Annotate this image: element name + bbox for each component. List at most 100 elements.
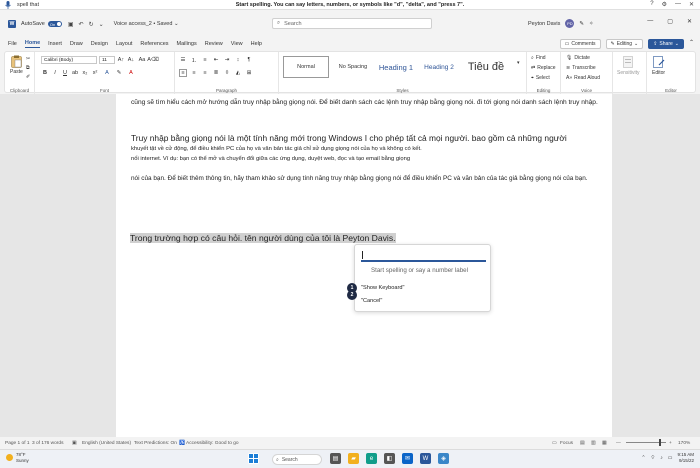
tab-mailings[interactable]: Mailings [177,41,197,47]
paragraph-4[interactable]: nói của bạn. Để biết thêm thông tin, hãy… [131,174,598,184]
line-spacing-icon[interactable]: ⇳ [223,69,231,77]
tab-design[interactable]: Design [91,41,108,47]
sort-icon[interactable]: ↕ [234,56,242,64]
shading-icon[interactable]: ◭ [234,69,242,77]
clock[interactable]: 9:15 AM 9/15/22 [677,452,694,464]
decrease-indent-icon[interactable]: ⇤ [212,56,220,64]
tab-home[interactable]: Home [24,40,41,48]
text-effects-icon[interactable]: A [103,69,111,77]
start-icon[interactable] [248,453,259,464]
tab-layout[interactable]: Layout [116,41,133,47]
change-case-icon[interactable]: Aa [138,56,146,64]
superscript-icon[interactable]: x² [91,69,99,77]
editor-button[interactable]: Editor [652,56,665,76]
taskbar-search[interactable]: ⌕ Search [272,454,322,465]
search-box[interactable]: ⌕ Search [272,18,432,29]
language-status[interactable]: English (United States) [82,441,131,446]
increase-indent-icon[interactable]: ⇥ [223,56,231,64]
align-left-icon[interactable]: ≡ [179,69,187,77]
user-account[interactable]: Peyton Davis PD ✎ ✧ [528,19,594,28]
print-layout-icon[interactable]: ▥ [591,441,596,446]
paste-button[interactable]: Paste [10,55,23,75]
tab-review[interactable]: Review [205,41,223,47]
italic-icon[interactable]: I [51,69,59,77]
dictate-button[interactable]: 🎙 Dictate [566,55,590,61]
font-size-select[interactable]: 11 [99,56,115,64]
page-count[interactable]: Page 1 of 1 [5,441,30,446]
paragraph-1[interactable]: cũng sẽ tìm hiểu cách mở hướng dẫn truy … [131,98,598,109]
zoom-out-icon[interactable]: — [616,441,621,446]
borders-icon[interactable]: ⊞ [245,69,253,77]
share-button[interactable]: ⇪ Share ⌄ [648,39,684,49]
customize-qat-icon[interactable]: ⌄ [99,21,104,28]
tab-view[interactable]: View [231,41,243,47]
tab-draw[interactable]: Draw [70,41,83,47]
format-painter-icon[interactable]: ✐ [26,74,30,80]
cut-icon[interactable]: ✂ [26,56,30,62]
underline-icon[interactable]: U [61,69,69,77]
strikethrough-icon[interactable]: ab [71,69,79,77]
undo-icon[interactable]: ↶ [79,21,84,28]
pen-icon[interactable]: ✎ [579,21,584,27]
lightbulb-icon[interactable]: ✧ [589,21,594,27]
align-center-icon[interactable]: ≡ [190,69,198,77]
settings-gear-icon[interactable]: ⚙ [662,1,667,8]
redo-icon[interactable]: ↻ [89,21,94,28]
tab-references[interactable]: References [140,41,168,47]
paragraph-3[interactable]: khuyết tật về cử động, để điều khiển PC … [131,145,598,164]
copy-icon[interactable]: ⧉ [26,65,30,71]
collapse-ribbon-icon[interactable]: ⌃ [689,39,694,49]
highlighted-sentence[interactable]: Trong trường hợp có câu hỏi. tên người d… [130,233,396,243]
web-layout-icon[interactable]: ▦ [602,441,607,446]
proofing-icon[interactable]: ▣ [72,441,77,446]
help-icon[interactable]: ? [650,1,653,8]
clear-formatting-icon[interactable]: A⌫ [147,56,158,64]
window-minimize-button[interactable]: — [647,18,653,25]
autosave-toggle[interactable]: On [47,21,62,27]
style-normal[interactable]: Normal [283,56,329,78]
find-button[interactable]: ⌕ Find [531,55,546,61]
cancel-option[interactable]: 2 "Cancel" [347,290,382,304]
style-no-spacing[interactable]: No Spacing [331,56,375,78]
bold-icon[interactable]: B [41,69,49,77]
zoom-slider-thumb[interactable] [659,439,661,446]
grow-font-icon[interactable]: A↑ [117,56,125,64]
close-icon[interactable]: ✕ [689,1,694,8]
zoom-in-icon[interactable]: + [669,441,672,446]
tab-file[interactable]: File [8,41,17,47]
window-close-button[interactable]: ✕ [687,18,692,25]
accessibility-status[interactable]: Accessibility: Good to go [186,441,239,446]
replace-button[interactable]: ⇄ Replace [531,65,556,71]
bullets-icon[interactable]: ☰ [179,56,187,64]
save-icon[interactable]: ▣ [68,21,74,28]
style-title[interactable]: Tiêu đề [461,56,511,78]
zoom-level[interactable]: 170% [678,441,690,446]
text-predictions-status[interactable]: Text Predictions: On [134,441,177,446]
styles-more-icon[interactable]: ▾ [517,60,520,66]
edge-icon[interactable]: e [366,453,377,464]
align-right-icon[interactable]: ≡ [201,69,209,77]
focus-icon[interactable]: ▭ [552,441,557,446]
style-heading-2[interactable]: Heading 2 [419,56,459,78]
highlight-color-icon[interactable]: ✎ [115,69,123,77]
transcribe-button[interactable]: ≋ Transcribe [566,65,596,71]
multilevel-list-icon[interactable]: ≡ [201,56,209,64]
weather-widget[interactable]: 78°F Sunny [6,452,29,463]
focus-mode[interactable]: Focus [560,441,573,446]
paragraph-2[interactable]: Truy nhập bằng giọng nói là một tính năn… [131,132,598,144]
shrink-font-icon[interactable]: A↓ [127,56,135,64]
photos-icon[interactable]: ◈ [438,453,449,464]
subscript-icon[interactable]: x₂ [81,69,89,77]
justify-icon[interactable]: ≣ [212,69,220,77]
editing-mode-button[interactable]: ✎ Editing ⌄ [605,39,644,49]
task-view-icon[interactable]: ▤ [330,453,341,464]
sensitivity-button[interactable]: Sensitivity [617,56,640,76]
document-name[interactable]: Voice access_2 • Saved ⌄ [114,21,179,27]
word-taskbar-icon[interactable]: W [420,453,431,464]
store-icon[interactable]: ◧ [384,453,395,464]
font-color-icon[interactable]: A [127,69,135,77]
accessibility-icon[interactable]: ♿ [179,441,185,446]
show-marks-icon[interactable]: ¶ [245,56,253,64]
numbering-icon[interactable]: ⒈ [190,56,198,64]
window-maximize-button[interactable]: ▢ [667,18,673,25]
